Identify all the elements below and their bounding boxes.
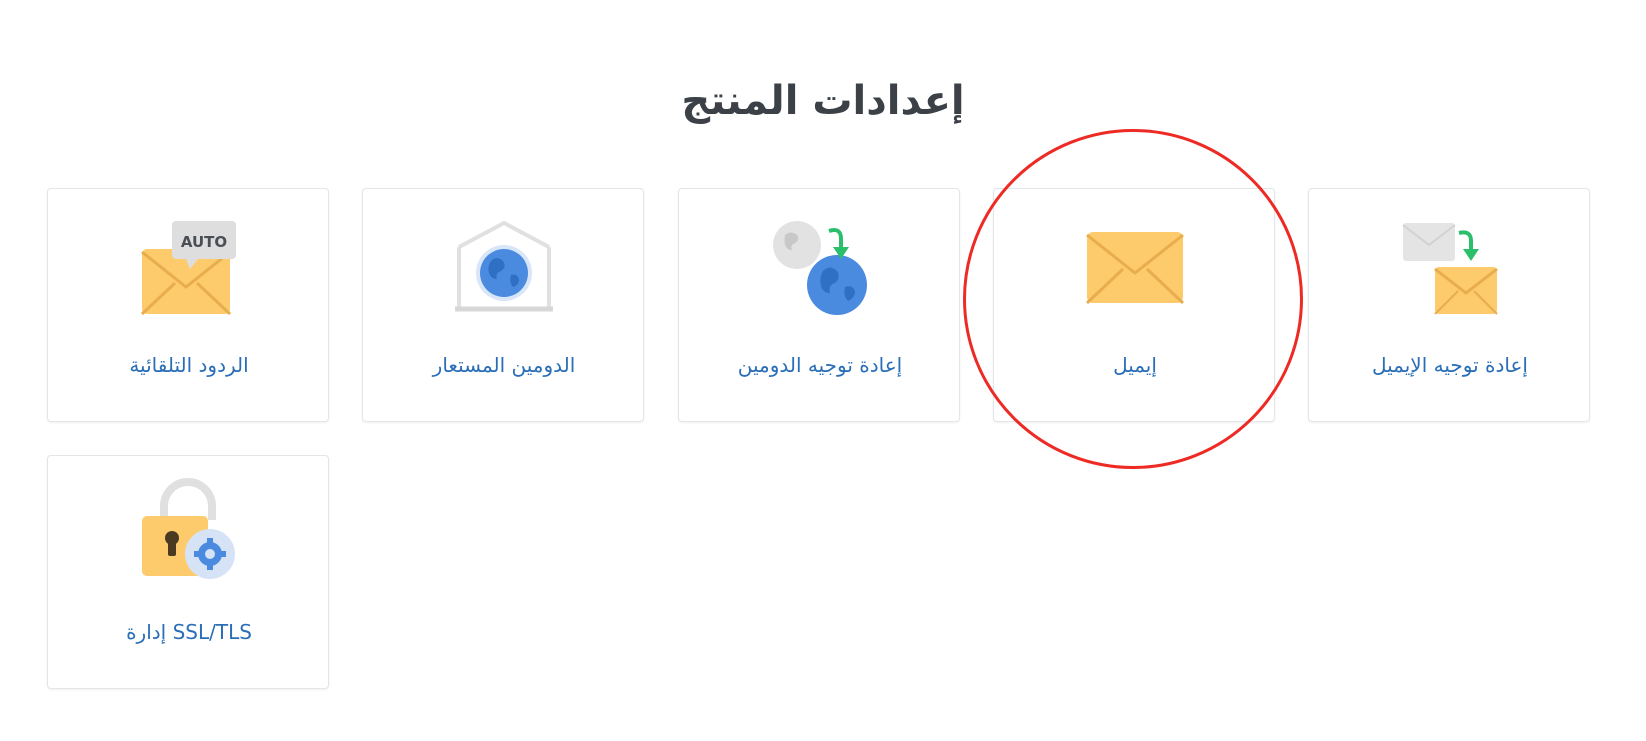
card-email-forwarding[interactable]: إعادة توجيه الإيميل <box>1308 188 1590 422</box>
card-label: إعادة توجيه الإيميل <box>1372 353 1528 377</box>
alias-domain-icon <box>363 189 645 329</box>
card-email[interactable]: إيميل <box>993 188 1275 422</box>
card-label: SSL/TLS إدارة <box>126 620 252 644</box>
card-domain-forwarding[interactable]: إعادة توجيه الدومين <box>678 188 960 422</box>
domain-forward-icon <box>679 189 961 329</box>
card-ssl-tls[interactable]: SSL/TLS إدارة <box>47 455 329 689</box>
ssl-tls-icon <box>48 456 330 596</box>
card-label: إعادة توجيه الدومين <box>737 353 903 377</box>
page-title: إعدادات المنتج <box>681 78 965 124</box>
card-auto-responders[interactable]: AUTO الردود التلقائية <box>47 188 329 422</box>
email-icon <box>994 189 1276 329</box>
card-alias-domain[interactable]: الدومين المستعار <box>362 188 644 422</box>
card-label: الدومين المستعار <box>432 353 576 377</box>
auto-responder-icon: AUTO <box>48 189 330 329</box>
card-label: إيميل <box>1113 353 1157 377</box>
card-label: الردود التلقائية <box>129 353 249 377</box>
email-forward-icon <box>1309 189 1591 329</box>
auto-badge: AUTO <box>181 233 227 251</box>
product-settings-page: إعدادات المنتج AUTO الردود التلقائية الد… <box>0 0 1646 741</box>
